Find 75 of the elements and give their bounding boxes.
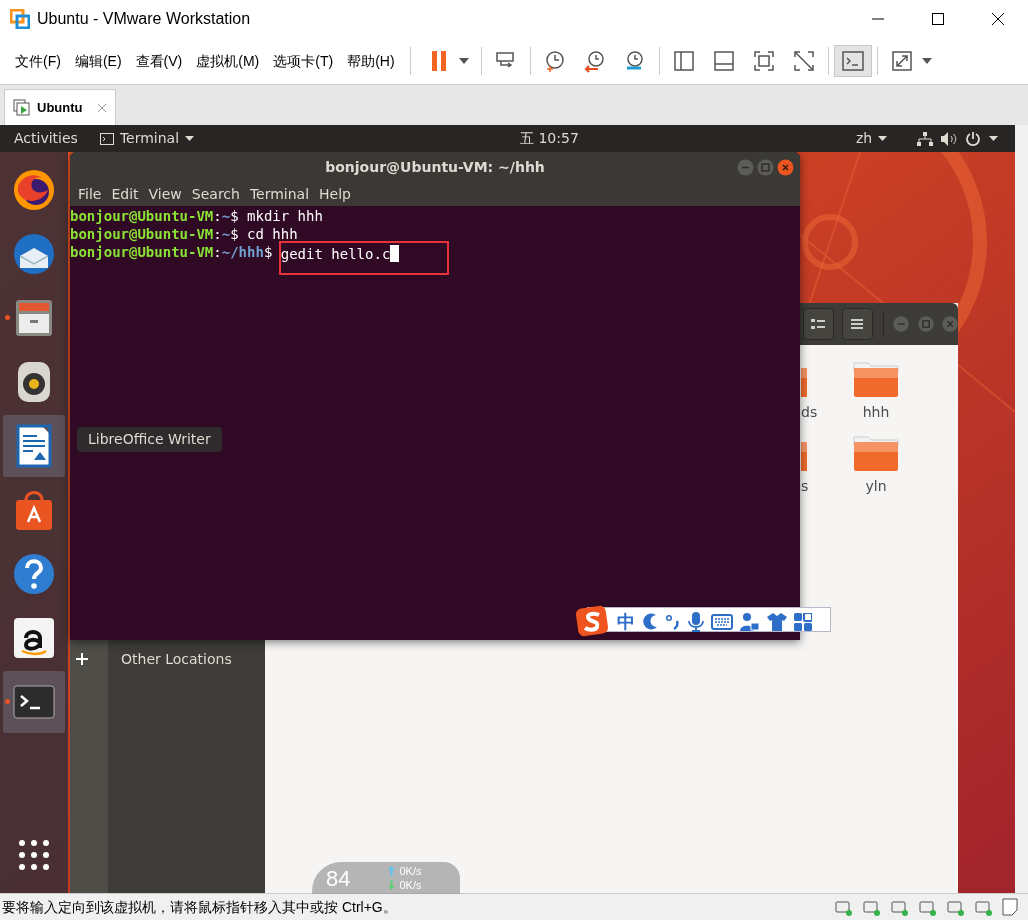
menu-item[interactable]: 帮助(H) (340, 46, 402, 76)
upload-speed: 0K/s (399, 864, 422, 878)
note-icon[interactable] (1002, 898, 1018, 916)
thumbnail-bar-icon (711, 49, 736, 73)
list-view-icon (811, 318, 826, 330)
tooltip: LibreOffice Writer (77, 427, 222, 452)
status-message: 要将输入定向到该虚拟机，请将鼠标指针移入其中或按 Ctrl+G。 (2, 897, 397, 917)
folder-label: yln (865, 479, 887, 493)
download-speed: 0K/s (399, 878, 422, 892)
fullscreen-icon (751, 49, 776, 73)
clock-icon (582, 49, 607, 73)
microphone-icon[interactable] (688, 611, 704, 632)
menu-item[interactable]: 文件(F) (8, 46, 68, 76)
terminal-menu-item[interactable]: View (143, 184, 187, 205)
moon-icon[interactable] (642, 612, 658, 631)
sidebar-icon (671, 49, 696, 73)
score: 84 (326, 866, 351, 892)
folder-label: s (801, 479, 809, 493)
folder-icon[interactable] (852, 433, 900, 473)
shirt-icon[interactable] (767, 612, 787, 631)
menu-icon (851, 319, 864, 329)
terminal-menu-item[interactable]: Edit (106, 184, 144, 205)
folder-label: ds (801, 405, 818, 419)
activities-button[interactable]: Activities (14, 128, 78, 149)
vm-tab[interactable]: Ubuntu (4, 89, 116, 125)
terminal-line: bonjour@Ubuntu-VM:~$ cd hhh (70, 225, 299, 243)
stretch-icon (889, 49, 914, 73)
console-icon (840, 49, 865, 73)
close-icon (992, 13, 1004, 25)
power-icon[interactable] (965, 130, 981, 147)
terminal-icon (99, 132, 114, 145)
input-source-menu[interactable]: zh (856, 128, 888, 149)
menu-item[interactable]: 查看(V) (128, 46, 190, 76)
toolbar-button[interactable] (833, 45, 872, 77)
terminal-line: bonjour@Ubuntu-VM:~$ mkdir hhh (70, 207, 324, 225)
terminal-menu-item[interactable]: Terminal (244, 184, 315, 205)
terminal-menu-item[interactable]: Help (314, 184, 356, 205)
terminal-menu-item[interactable]: Search (186, 184, 245, 205)
clock[interactable]: 五 10:57 (520, 128, 579, 149)
window-title: Ubuntu - VMware Workstation (37, 9, 251, 29)
caret-icon (458, 58, 469, 64)
maximize-icon (932, 13, 944, 25)
caret-icon (185, 136, 195, 141)
user-lock-icon[interactable] (740, 612, 760, 631)
sidebar-item[interactable]: Other Locations (108, 647, 265, 671)
close-icon[interactable] (97, 102, 107, 113)
close-icon[interactable] (777, 159, 794, 176)
dock-item[interactable] (3, 415, 65, 477)
terminal-line: bonjour@Ubuntu-VM:~/hhh$ gedit hello.c (70, 243, 800, 275)
app-icon (10, 9, 30, 29)
grid-icon[interactable] (794, 612, 812, 631)
app-grid-icon[interactable] (18, 839, 50, 871)
app-menu[interactable]: Terminal (99, 128, 195, 149)
ime-logo-icon[interactable] (575, 604, 611, 639)
menu-item[interactable]: 选项卡(T) (266, 46, 341, 76)
menu-item[interactable]: 编辑(E) (67, 46, 129, 76)
terminal-title: bonjour@Ubuntu-VM: ~/hhh (325, 158, 545, 177)
plus-icon (76, 653, 88, 665)
menu-button[interactable] (841, 308, 873, 340)
view-toggle-button[interactable] (803, 308, 834, 340)
tab-label: Ubuntu (37, 98, 83, 117)
menu-item[interactable]: 虚拟机(M) (189, 46, 267, 76)
upload-arrow-icon (388, 866, 396, 876)
vm-icon (13, 98, 31, 117)
volume-icon[interactable] (941, 131, 957, 146)
caret-icon (878, 136, 888, 141)
punctuation-icon[interactable] (665, 612, 681, 631)
caret-icon (921, 58, 932, 64)
unity-icon (791, 49, 816, 73)
download-arrow-icon (388, 880, 396, 890)
folder-label: hhh (862, 405, 890, 419)
input-mode-toggle[interactable]: 中 (617, 612, 635, 631)
terminal-menu-item[interactable]: File (73, 184, 107, 205)
folder-icon[interactable] (852, 359, 900, 399)
caret-icon (989, 136, 998, 141)
